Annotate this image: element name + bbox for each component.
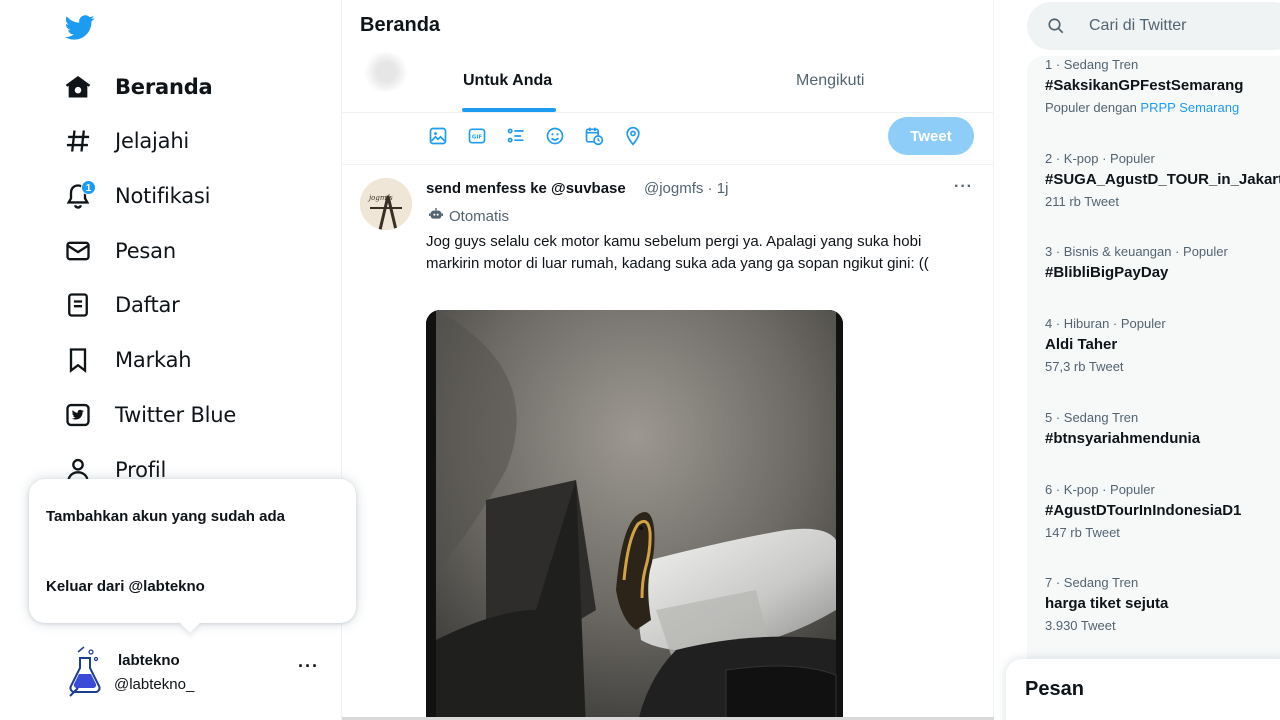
poll-icon[interactable] (506, 126, 545, 146)
logout-item[interactable]: Keluar dari @labtekno (46, 576, 205, 597)
trend-context: Populer dengan PRPP Semarang (1045, 98, 1280, 118)
nav-item-pesan[interactable]: Pesan (62, 231, 176, 271)
notification-badge: 1 (81, 180, 96, 195)
automated-text: Otomatis (449, 207, 510, 225)
account-name: labtekno (118, 652, 180, 669)
avatar (64, 644, 106, 700)
hashtag-icon (62, 125, 94, 157)
nav-label: Daftar (115, 293, 180, 317)
home-icon (62, 71, 94, 103)
schedule-icon[interactable] (584, 126, 623, 146)
trend-item[interactable]: 6 · K-pop · Populer #AgustDTourInIndones… (1045, 481, 1280, 543)
nav-label: Twitter Blue (115, 403, 237, 427)
trend-item[interactable]: 1 · Sedang Tren #SaksikanGPFestSemarang … (1045, 56, 1280, 118)
nav-item-jelajahi[interactable]: Jelajahi (62, 121, 189, 161)
twitter-blue-icon (62, 399, 94, 431)
tweet-handle-time[interactable]: @jogmfs · 1j (644, 180, 728, 197)
right-sidebar: Cari di Twitter 1 · Sedang Tren #Saksika… (994, 0, 1280, 720)
trend-meta: 7 · Sedang Tren (1045, 575, 1139, 590)
trend-count: 3.930 Tweet (1045, 618, 1116, 633)
trend-name: harga tiket sejuta (1045, 595, 1169, 612)
trend-name: #SUGA_AgustD_TOUR_in_Jakarta (1045, 171, 1280, 188)
messages-title: Pesan (1025, 678, 1084, 700)
avatar[interactable]: jogmfs (360, 178, 412, 230)
nav-label: Notifikasi (115, 184, 211, 208)
left-sidebar: Beranda Jelajahi 1 Notifikasi Pesan Daft… (0, 0, 356, 720)
tweet-author-name[interactable]: send menfess ke @suvbase (426, 180, 626, 197)
twitter-bird-icon[interactable] (63, 12, 97, 42)
emoji-icon[interactable] (545, 126, 584, 146)
robot-icon (428, 206, 444, 226)
nav-item-markah[interactable]: Markah (62, 340, 192, 380)
trend-item[interactable]: 4 · Hiburan · Populer Aldi Taher 57,3 rb… (1045, 315, 1280, 377)
account-switcher-button[interactable]: labtekno @labtekno_ ··· (62, 642, 332, 702)
tab-untuk-anda[interactable]: Untuk Anda (463, 72, 552, 90)
trend-item[interactable]: 5 · Sedang Tren #btnsyariahmendunia (1045, 409, 1280, 451)
trend-meta: 5 · Sedang Tren (1045, 410, 1139, 425)
messages-drawer[interactable]: Pesan (1006, 659, 1280, 720)
trend-name: Aldi Taher (1045, 336, 1118, 353)
automated-label: Otomatis (428, 206, 509, 226)
trend-context-link[interactable]: PRPP Semarang (1140, 100, 1239, 115)
nav-item-twitter-blue[interactable]: Twitter Blue (62, 395, 236, 435)
nav-label: Markah (115, 348, 192, 372)
trend-item[interactable]: 7 · Sedang Tren harga tiket sejuta 3.930… (1045, 574, 1280, 636)
popup-arrow (180, 613, 200, 633)
image-icon[interactable] (428, 126, 467, 146)
page-title: Beranda (360, 14, 441, 36)
add-existing-account-item[interactable]: Tambahkan akun yang sudah ada (46, 506, 296, 527)
trend-meta: 2 · K-pop · Populer (1045, 151, 1155, 166)
bookmark-icon (62, 344, 94, 376)
trend-name: #SaksikanGPFestSemarang (1045, 77, 1244, 94)
divider (342, 164, 994, 165)
tweet-video[interactable] (426, 310, 843, 720)
timeline-column: Beranda Untuk Anda Mengikuti GIF Tweet j… (342, 0, 994, 720)
search-input[interactable]: Cari di Twitter (1027, 2, 1280, 50)
divider (342, 112, 994, 113)
trend-context-prefix: Populer dengan (1045, 100, 1141, 115)
tweet-button[interactable]: Tweet (888, 117, 974, 155)
nav-item-daftar[interactable]: Daftar (62, 285, 180, 325)
trend-name: #btnsyariahmendunia (1045, 430, 1201, 447)
nav-label: Pesan (115, 239, 176, 263)
nav-label: Jelajahi (115, 129, 190, 153)
location-icon[interactable] (623, 126, 662, 146)
trend-count: 147 rb Tweet (1045, 525, 1120, 540)
trend-meta: 6 · K-pop · Populer (1045, 482, 1155, 497)
trends-panel: 1 · Sedang Tren #SaksikanGPFestSemarang … (1027, 56, 1280, 660)
trend-count: 211 rb Tweet (1045, 194, 1119, 209)
more-icon[interactable]: ··· (954, 178, 973, 196)
composer-toolbar: GIF (428, 126, 662, 146)
envelope-icon (62, 235, 94, 267)
trend-name: #AgustDTourInIndonesiaD1 (1045, 502, 1242, 519)
trend-meta: 4 · Hiburan · Populer (1045, 316, 1166, 331)
nav-item-beranda[interactable]: Beranda (62, 67, 213, 107)
search-icon (1047, 17, 1065, 40)
svg-text:jogmfs: jogmfs (367, 194, 393, 202)
avatar (362, 52, 410, 92)
bell-icon: 1 (62, 180, 96, 212)
list-icon (62, 289, 94, 321)
gif-icon[interactable]: GIF (467, 126, 506, 146)
tweet-text: Jog guys selalu cek motor kamu sebelum p… (426, 233, 929, 272)
trend-count: 57,3 rb Tweet (1045, 359, 1124, 374)
trend-item[interactable]: 3 · Bisnis & keuangan · Populer #BlibliB… (1045, 243, 1280, 285)
trend-name: #BlibliBigPayDay (1045, 264, 1169, 281)
trend-item[interactable]: 2 · K-pop · Populer #SUGA_AgustD_TOUR_in… (1045, 150, 1280, 212)
tab-mengikuti[interactable]: Mengikuti (796, 72, 864, 90)
svg-text:GIF: GIF (472, 135, 482, 141)
nav-item-notifikasi[interactable]: 1 Notifikasi (62, 176, 210, 216)
account-menu-popup: Tambahkan akun yang sudah ada Keluar dar… (29, 479, 356, 633)
trend-meta: 1 · Sedang Tren (1045, 57, 1139, 72)
nav-label: Beranda (115, 75, 213, 99)
account-handle: @labtekno_ (114, 676, 195, 693)
more-icon[interactable]: ··· (298, 656, 319, 677)
search-placeholder: Cari di Twitter (1089, 17, 1187, 34)
trend-meta: 3 · Bisnis & keuangan · Populer (1045, 244, 1228, 259)
